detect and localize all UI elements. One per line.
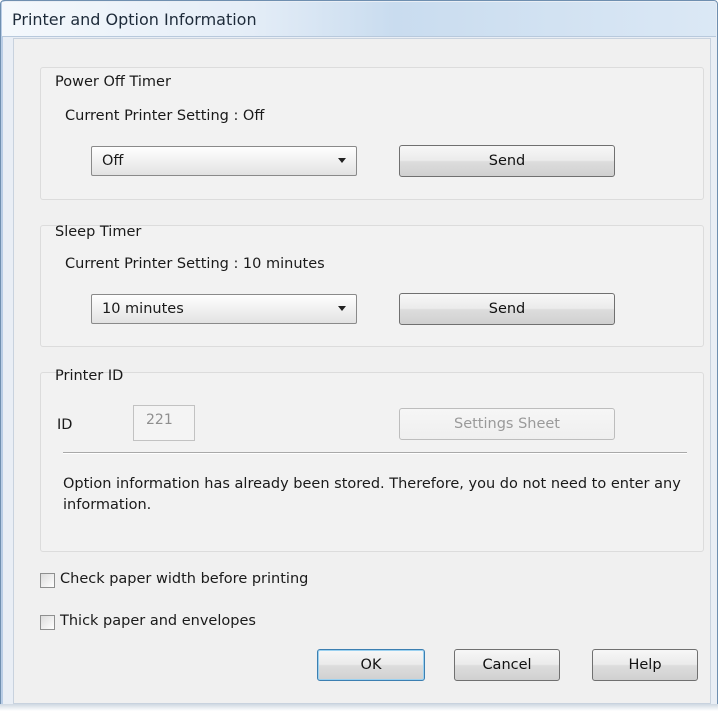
sleep-send-button[interactable]: Send bbox=[399, 293, 615, 325]
chevron-down-icon bbox=[338, 306, 346, 311]
power-off-timer-label: Power Off Timer bbox=[55, 74, 171, 90]
chevron-down-icon bbox=[338, 158, 346, 163]
settings-sheet-button: Settings Sheet bbox=[399, 408, 615, 440]
sleep-timer-value: 10 minutes bbox=[102, 301, 184, 317]
check-paper-width-checkbox[interactable] bbox=[40, 573, 55, 588]
id-field: 221 bbox=[133, 405, 195, 441]
power-off-current-setting: Current Printer Setting : Off bbox=[65, 108, 265, 124]
help-button[interactable]: Help bbox=[592, 649, 698, 681]
window-title: Printer and Option Information bbox=[12, 10, 257, 29]
power-off-timer-select[interactable]: Off bbox=[91, 146, 357, 176]
sleep-timer-group: Sleep Timer Current Printer Setting : 10… bbox=[40, 224, 704, 347]
window-shadow bbox=[0, 704, 718, 711]
check-paper-width-option[interactable]: Check paper width before printing bbox=[40, 570, 360, 592]
dialog-client-area: Power Off Timer Current Printer Setting … bbox=[13, 38, 711, 704]
title-bar[interactable]: Printer and Option Information bbox=[2, 2, 716, 37]
thick-paper-checkbox[interactable] bbox=[40, 615, 55, 630]
printer-id-label: Printer ID bbox=[55, 368, 124, 384]
thick-paper-label: Thick paper and envelopes bbox=[60, 613, 256, 629]
sleep-current-setting: Current Printer Setting : 10 minutes bbox=[65, 256, 325, 272]
ok-button[interactable]: OK bbox=[317, 649, 425, 681]
cancel-button[interactable]: Cancel bbox=[454, 649, 560, 681]
check-paper-width-label: Check paper width before printing bbox=[60, 571, 309, 587]
id-label: ID bbox=[57, 417, 73, 433]
power-off-timer-group: Power Off Timer Current Printer Setting … bbox=[40, 67, 704, 200]
divider bbox=[63, 452, 687, 454]
sleep-timer-select[interactable]: 10 minutes bbox=[91, 294, 357, 324]
printer-id-group: Printer ID ID 221 Settings Sheet Option … bbox=[40, 368, 704, 552]
option-info-text: Option information has already been stor… bbox=[63, 476, 681, 513]
sleep-timer-label: Sleep Timer bbox=[55, 224, 142, 240]
thick-paper-option[interactable]: Thick paper and envelopes bbox=[40, 612, 360, 634]
printer-option-dialog: Printer and Option Information Power Off… bbox=[0, 0, 718, 706]
power-off-timer-value: Off bbox=[102, 153, 124, 169]
power-off-send-button[interactable]: Send bbox=[399, 145, 615, 177]
